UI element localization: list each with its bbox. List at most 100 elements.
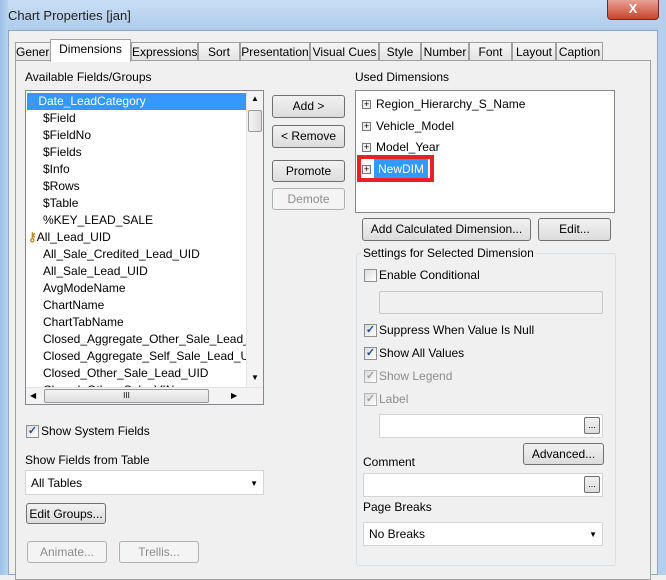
scroll-left-icon[interactable]: ◀ bbox=[30, 391, 36, 400]
tab-layout[interactable]: Layout bbox=[512, 42, 556, 61]
scroll-thumb[interactable] bbox=[248, 110, 262, 132]
dimensions-panel: Available Fields/Groups ↓ Date_LeadCateg… bbox=[15, 60, 651, 580]
window-frame-right bbox=[658, 0, 666, 575]
tab-sort[interactable]: Sort bbox=[198, 42, 240, 61]
field-name: $Rows bbox=[43, 179, 80, 193]
expand-icon[interactable]: + bbox=[362, 143, 371, 152]
tab-style[interactable]: Style bbox=[379, 42, 421, 61]
tab-font[interactable]: Font bbox=[469, 42, 512, 61]
edit-button[interactable]: Edit... bbox=[538, 218, 611, 241]
field-name: Closed_Aggregate_Self_Sale_Lead_UID bbox=[43, 349, 246, 363]
show-system-fields-checkbox[interactable]: ✓ bbox=[26, 425, 39, 438]
used-dimension-item[interactable]: Model_Year bbox=[374, 139, 442, 155]
available-field-item[interactable]: %KEY_LEAD_SALE bbox=[43, 212, 153, 229]
expand-icon[interactable]: + bbox=[362, 100, 371, 109]
used-dimensions-list[interactable]: + Region_Hierarchy_S_Name + Vehicle_Model + M… bbox=[355, 90, 615, 213]
comment-label: Comment bbox=[363, 455, 416, 469]
field-name: All_Sale_Lead_UID bbox=[43, 264, 148, 278]
field-name: Closed_Aggregate_Other_Sale_Lead_UID bbox=[43, 332, 246, 346]
table-value: All Tables bbox=[31, 476, 83, 490]
available-field-item[interactable]: $Table bbox=[43, 195, 78, 212]
animate-button[interactable]: Animate... bbox=[27, 541, 107, 563]
vertical-scrollbar[interactable]: ▲ ▼ bbox=[246, 91, 263, 387]
page-breaks-dropdown[interactable]: No Breaks ▼ bbox=[363, 522, 603, 546]
available-field-item[interactable]: Closed_Aggregate_Self_Sale_Lead_UID bbox=[43, 348, 246, 365]
tab-number[interactable]: Number bbox=[421, 42, 469, 61]
used-dimensions-label: Used Dimensions bbox=[355, 70, 450, 84]
field-name: $FieldNo bbox=[43, 128, 92, 142]
horizontal-scrollbar[interactable]: ◀ III ▶ bbox=[26, 387, 263, 404]
comment-expression-button[interactable]: ... bbox=[584, 476, 600, 493]
available-field-item[interactable]: Closed_Aggregate_Other_Sale_Lead_UID bbox=[43, 331, 246, 348]
available-field-item[interactable]: Closed_Other_Sale_Lead_UID bbox=[43, 365, 208, 382]
available-field-item[interactable]: $Field bbox=[43, 110, 76, 127]
available-field-item[interactable]: AvgModeName bbox=[43, 280, 126, 297]
scroll-up-icon[interactable]: ▲ bbox=[251, 94, 259, 103]
add-button[interactable]: Add > bbox=[272, 95, 345, 118]
field-name: ChartTabName bbox=[43, 315, 124, 329]
field-name: $Table bbox=[43, 196, 79, 210]
group-arrow-icon: ↓ bbox=[29, 94, 39, 108]
available-field-item[interactable]: ChartName bbox=[43, 297, 104, 314]
available-fields-list[interactable]: ↓ Date_LeadCategory $Field $FieldNo $Fields… bbox=[25, 90, 264, 405]
chevron-down-icon: ▼ bbox=[250, 479, 258, 488]
available-field-item[interactable]: All_Sale_Credited_Lead_UID bbox=[43, 246, 200, 263]
page-breaks-value: No Breaks bbox=[369, 527, 426, 541]
show-fields-from-table-label: Show Fields from Table bbox=[25, 453, 150, 467]
remove-button[interactable]: < Remove bbox=[272, 125, 345, 148]
field-name: $Info bbox=[43, 162, 70, 176]
available-field-item[interactable]: $FieldNo bbox=[43, 127, 91, 144]
chevron-down-icon: ▼ bbox=[589, 530, 597, 539]
available-field-item[interactable]: $Info bbox=[43, 161, 70, 178]
label-label: Label bbox=[379, 392, 409, 406]
highlight-box bbox=[357, 155, 434, 182]
comment-input[interactable] bbox=[363, 473, 603, 497]
tab-dimensions[interactable]: Dimensions bbox=[50, 39, 131, 62]
available-field-item[interactable]: ChartTabName bbox=[43, 314, 124, 331]
available-field-item[interactable]: ↓ Date_LeadCategory bbox=[27, 93, 246, 110]
field-name: %KEY_LEAD_SALE bbox=[43, 213, 154, 227]
tab-caption[interactable]: Caption bbox=[556, 42, 603, 61]
show-system-fields-label: Show System Fields bbox=[41, 424, 150, 438]
scroll-down-icon[interactable]: ▼ bbox=[251, 373, 259, 382]
enable-conditional-label: Enable Conditional bbox=[379, 268, 480, 282]
advanced-button[interactable]: Advanced... bbox=[523, 443, 604, 465]
available-field-item[interactable]: ⚷All_Lead_UID bbox=[28, 229, 111, 246]
close-button[interactable]: X bbox=[607, 0, 659, 20]
tab-presentation[interactable]: Presentation bbox=[240, 42, 310, 61]
page-breaks-label: Page Breaks bbox=[363, 500, 432, 514]
available-field-item[interactable]: $Fields bbox=[43, 144, 82, 161]
edit-groups-button[interactable]: Edit Groups... bbox=[26, 503, 106, 524]
field-name: ChartName bbox=[43, 298, 105, 312]
suppress-null-label: Suppress When Value Is Null bbox=[379, 323, 535, 337]
key-icon: ⚷ bbox=[28, 230, 37, 244]
field-name: $Field bbox=[43, 111, 76, 125]
tab-visual-cues[interactable]: Visual Cues bbox=[310, 42, 379, 61]
demote-button[interactable]: Demote bbox=[272, 188, 345, 210]
show-all-values-checkbox[interactable]: ✓ bbox=[364, 347, 377, 360]
table-dropdown[interactable]: All Tables ▼ bbox=[25, 470, 264, 495]
conditional-input[interactable] bbox=[379, 291, 603, 314]
show-legend-label: Show Legend bbox=[379, 369, 453, 383]
hscroll-thumb[interactable]: III bbox=[44, 389, 209, 403]
field-name: AvgModeName bbox=[43, 281, 126, 295]
trellis-button[interactable]: Trellis... bbox=[119, 541, 199, 563]
used-dimension-item[interactable]: Region_Hierarchy_S_Name bbox=[374, 96, 527, 112]
label-expression-button[interactable]: ... bbox=[584, 417, 600, 434]
promote-button[interactable]: Promote bbox=[272, 160, 345, 182]
add-calculated-dimension-button[interactable]: Add Calculated Dimension... bbox=[362, 218, 531, 241]
scroll-right-icon[interactable]: ▶ bbox=[231, 391, 237, 400]
window-frame-left bbox=[0, 0, 8, 575]
suppress-null-checkbox[interactable]: ✓ bbox=[364, 324, 377, 337]
available-field-item[interactable]: $Rows bbox=[43, 178, 80, 195]
tab-expressions[interactable]: Expressions bbox=[131, 42, 198, 61]
show-legend-checkbox[interactable]: ✓ bbox=[364, 370, 377, 383]
label-checkbox[interactable]: ✓ bbox=[364, 393, 377, 406]
tab-general[interactable]: General bbox=[15, 42, 59, 61]
enable-conditional-checkbox[interactable] bbox=[364, 269, 377, 282]
label-input[interactable] bbox=[379, 414, 603, 438]
expand-icon[interactable]: + bbox=[362, 121, 371, 131]
used-dimension-item[interactable]: Vehicle_Model bbox=[374, 118, 456, 134]
settings-group-legend: Settings for Selected Dimension bbox=[361, 246, 536, 260]
available-field-item[interactable]: All_Sale_Lead_UID bbox=[43, 263, 148, 280]
